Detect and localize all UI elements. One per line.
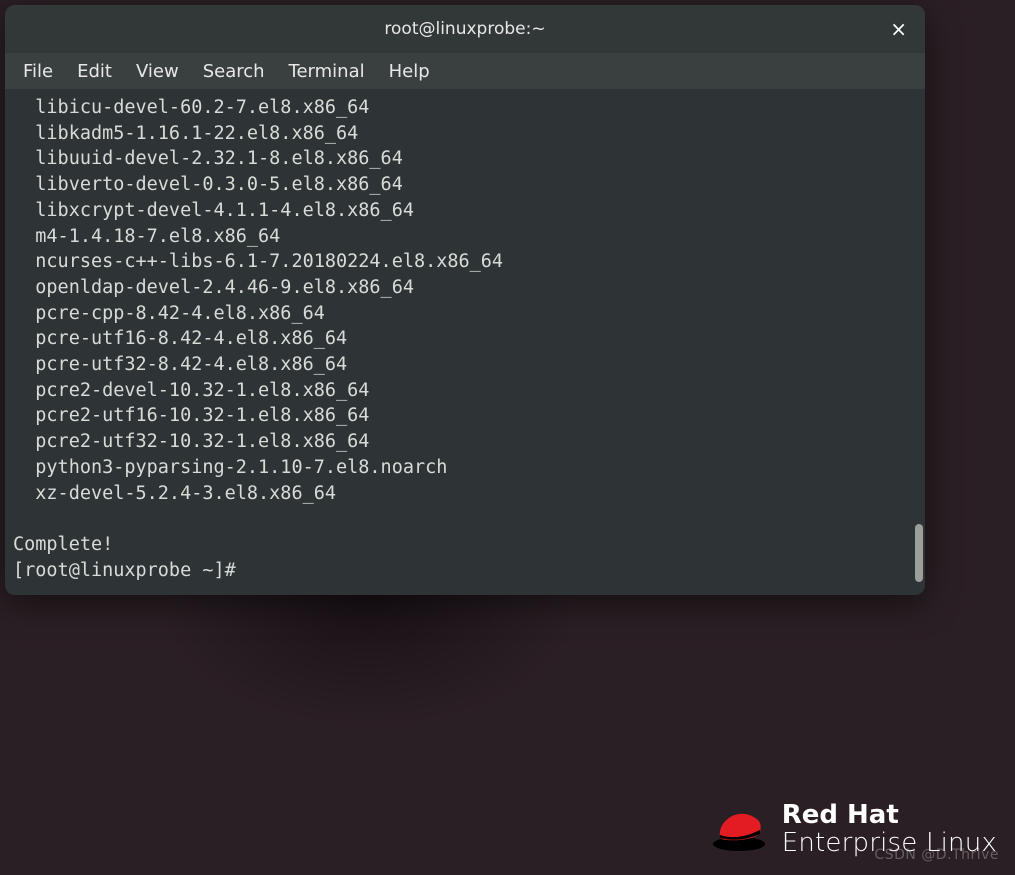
- menu-edit[interactable]: Edit: [65, 57, 124, 86]
- package-line: m4-1.4.18-7.el8.x86_64: [13, 224, 917, 250]
- menu-view[interactable]: View: [124, 57, 191, 86]
- blank-line: [13, 506, 917, 532]
- package-line: xz-devel-5.2.4-3.el8.x86_64: [13, 481, 917, 507]
- menu-file[interactable]: File: [11, 57, 65, 86]
- package-line: libicu-devel-60.2-7.el8.x86_64: [13, 95, 917, 121]
- package-line: libkadm5-1.16.1-22.el8.x86_64: [13, 121, 917, 147]
- window-titlebar[interactable]: root@linuxprobe:~ ×: [5, 5, 925, 53]
- package-line: pcre-cpp-8.42-4.el8.x86_64: [13, 301, 917, 327]
- shell-prompt[interactable]: [root@linuxprobe ~]#: [13, 558, 917, 584]
- terminal-output[interactable]: libicu-devel-60.2-7.el8.x86_64 libkadm5-…: [5, 89, 925, 595]
- menu-terminal[interactable]: Terminal: [277, 57, 377, 86]
- package-line: pcre-utf16-8.42-4.el8.x86_64: [13, 326, 917, 352]
- package-line: python3-pyparsing-2.1.10-7.el8.noarch: [13, 455, 917, 481]
- package-line: libxcrypt-devel-4.1.1-4.el8.x86_64: [13, 198, 917, 224]
- terminal-window: root@linuxprobe:~ × File Edit View Searc…: [5, 5, 925, 595]
- package-line: pcre2-utf32-10.32-1.el8.x86_64: [13, 429, 917, 455]
- window-title: root@linuxprobe:~: [384, 19, 545, 39]
- package-line: pcre-utf32-8.42-4.el8.x86_64: [13, 352, 917, 378]
- package-line: pcre2-devel-10.32-1.el8.x86_64: [13, 378, 917, 404]
- redhat-icon: [712, 808, 768, 852]
- menu-help[interactable]: Help: [377, 57, 442, 86]
- menu-bar: File Edit View Search Terminal Help: [5, 53, 925, 89]
- package-line: pcre2-utf16-10.32-1.el8.x86_64: [13, 403, 917, 429]
- scrollbar-thumb[interactable]: [915, 524, 923, 582]
- package-line: libuuid-devel-2.32.1-8.el8.x86_64: [13, 146, 917, 172]
- status-line: Complete!: [13, 532, 917, 558]
- watermark-text: CSDN @D.Thrive: [874, 847, 999, 863]
- package-line: ncurses-c++-libs-6.1-7.20180224.el8.x86_…: [13, 249, 917, 275]
- close-icon[interactable]: ×: [890, 19, 907, 39]
- rhel-brand-line1: Red Hat: [782, 802, 997, 829]
- package-line: libverto-devel-0.3.0-5.el8.x86_64: [13, 172, 917, 198]
- menu-search[interactable]: Search: [191, 57, 277, 86]
- package-line: openldap-devel-2.4.46-9.el8.x86_64: [13, 275, 917, 301]
